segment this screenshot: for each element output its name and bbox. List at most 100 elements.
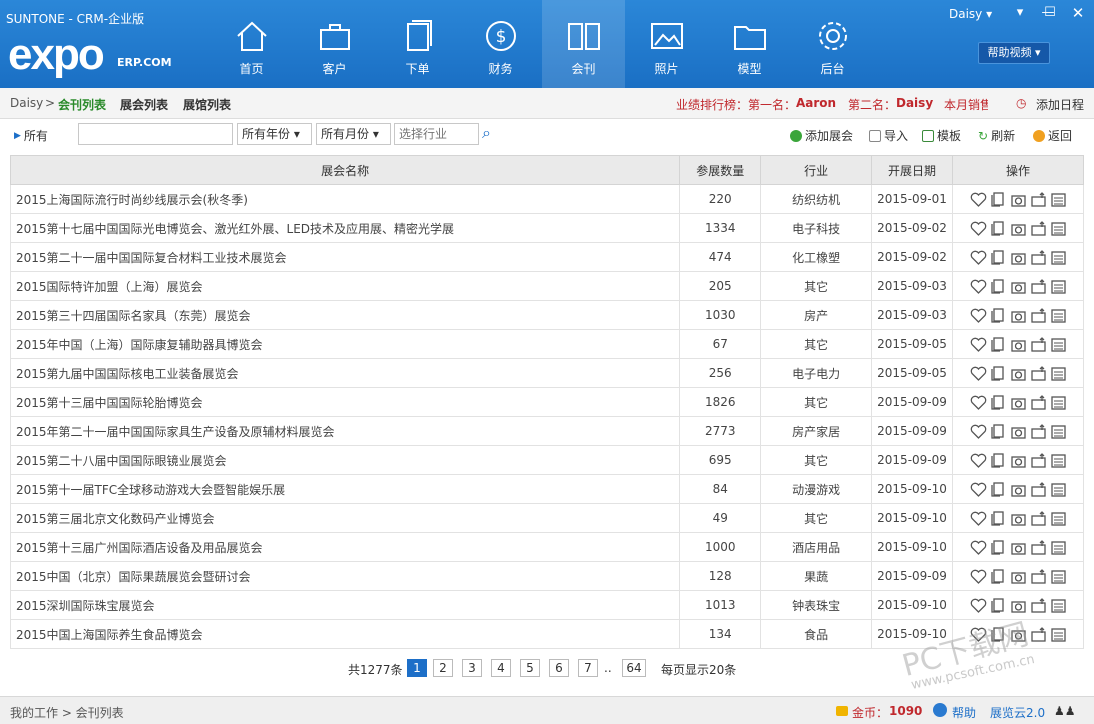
upload-image-icon[interactable] xyxy=(1030,626,1047,643)
cell-name[interactable]: 2015第三十四届国际名家具（东莞）展览会 xyxy=(9,300,681,330)
list-icon[interactable] xyxy=(1050,220,1067,237)
help-video-button[interactable]: 帮助视频 ▾ xyxy=(978,42,1050,64)
industry-input[interactable] xyxy=(394,123,479,145)
minimize-icon[interactable]: ▾ xyxy=(1010,4,1030,22)
cell-name[interactable]: 2015年第二十一届中国国际家具生产设备及原辅材料展览会 xyxy=(9,416,681,446)
copy-icon[interactable] xyxy=(990,220,1007,237)
favorite-icon[interactable] xyxy=(970,220,987,237)
list-icon[interactable] xyxy=(1050,626,1067,643)
cell-name[interactable]: 2015第二十一届中国国际复合材料工业技术展览会 xyxy=(9,242,681,272)
cell-name[interactable]: 2015国际特许加盟（上海）展览会 xyxy=(9,271,681,301)
camera-icon[interactable] xyxy=(1010,394,1027,411)
import-button[interactable]: 导入 xyxy=(869,127,908,144)
copy-icon[interactable] xyxy=(990,191,1007,208)
month-select[interactable]: 所有月份 ▾ xyxy=(316,123,391,145)
upload-image-icon[interactable] xyxy=(1030,307,1047,324)
favorite-icon[interactable] xyxy=(970,191,987,208)
camera-icon[interactable] xyxy=(1010,278,1027,295)
table-row[interactable]: 2015第九届中国国际核电工业装备展览会 256 电子电力 2015-09-05 xyxy=(9,358,1084,388)
table-row[interactable]: 2015第十三届中国国际轮胎博览会 1826 其它 2015-09-09 xyxy=(9,387,1084,417)
page-64[interactable]: 64 xyxy=(622,659,646,677)
camera-icon[interactable] xyxy=(1010,249,1027,266)
table-row[interactable]: 2015第十三届广州国际酒店设备及用品展览会 1000 酒店用品 2015-09-10 xyxy=(9,532,1084,562)
breadcrumb-current[interactable]: 会刊列表 xyxy=(58,96,106,113)
copy-icon[interactable] xyxy=(990,510,1007,527)
upload-image-icon[interactable] xyxy=(1030,220,1047,237)
list-icon[interactable] xyxy=(1050,365,1067,382)
upload-image-icon[interactable] xyxy=(1030,539,1047,556)
favorite-icon[interactable] xyxy=(970,365,987,382)
page-3[interactable]: 3 xyxy=(462,659,482,677)
nav-item-home[interactable]: 首页 xyxy=(210,0,293,88)
copy-icon[interactable] xyxy=(990,481,1007,498)
page-5[interactable]: 5 xyxy=(520,659,540,677)
table-row[interactable]: 2015深圳国际珠宝展览会 1013 钟表珠宝 2015-09-10 xyxy=(9,590,1084,620)
page-1[interactable]: 1 xyxy=(407,659,427,677)
favorite-icon[interactable] xyxy=(970,597,987,614)
nav-item-folder[interactable]: 模型 xyxy=(708,0,791,88)
cell-name[interactable]: 2015年中国（上海）国际康复辅助器具博览会 xyxy=(9,329,681,359)
list-icon[interactable] xyxy=(1050,481,1067,498)
search-input[interactable] xyxy=(78,123,233,145)
nav-item-document[interactable]: 下单 xyxy=(376,0,459,88)
user-menu[interactable]: Daisy ▾ xyxy=(949,7,992,21)
copy-icon[interactable] xyxy=(990,568,1007,585)
cell-name[interactable]: 2015第二十八届中国国际眼镜业展览会 xyxy=(9,445,681,475)
copy-icon[interactable] xyxy=(990,452,1007,469)
favorite-icon[interactable] xyxy=(970,481,987,498)
camera-icon[interactable] xyxy=(1010,539,1027,556)
cell-name[interactable]: 2015第十三届中国国际轮胎博览会 xyxy=(9,387,681,417)
favorite-icon[interactable] xyxy=(970,336,987,353)
list-icon[interactable] xyxy=(1050,452,1067,469)
list-icon[interactable] xyxy=(1050,191,1067,208)
camera-icon[interactable] xyxy=(1010,307,1027,324)
upload-image-icon[interactable] xyxy=(1030,481,1047,498)
list-icon[interactable] xyxy=(1050,307,1067,324)
copy-icon[interactable] xyxy=(990,365,1007,382)
table-row[interactable]: 2015国际特许加盟（上海）展览会 205 其它 2015-09-03 xyxy=(9,271,1084,301)
nav-item-book[interactable]: 会刊 xyxy=(542,0,625,88)
list-icon[interactable] xyxy=(1050,539,1067,556)
upload-image-icon[interactable] xyxy=(1030,423,1047,440)
camera-icon[interactable] xyxy=(1010,191,1027,208)
table-row[interactable]: 2015年第二十一届中国国际家具生产设备及原辅材料展览会 2773 房产家居 2015… xyxy=(9,416,1084,446)
col-industry[interactable]: 行业 xyxy=(760,155,873,185)
favorite-icon[interactable] xyxy=(970,249,987,266)
copy-icon[interactable] xyxy=(990,394,1007,411)
cell-name[interactable]: 2015第十一届TFC全球移动游戏大会暨智能娱乐展 xyxy=(9,474,681,504)
list-icon[interactable] xyxy=(1050,568,1067,585)
filter-all[interactable]: ▶ 所有 xyxy=(14,127,48,144)
cell-name[interactable]: 2015第十七届中国国际光电博览会、激光红外展、LED技术及应用展、精密光学展 xyxy=(9,213,681,243)
copy-icon[interactable] xyxy=(990,336,1007,353)
camera-icon[interactable] xyxy=(1010,452,1027,469)
list-icon[interactable] xyxy=(1050,510,1067,527)
add-schedule-button[interactable]: 添加日程 xyxy=(1036,96,1084,113)
cell-name[interactable]: 2015深圳国际珠宝展览会 xyxy=(9,590,681,620)
page-7[interactable]: 7 xyxy=(578,659,598,677)
favorite-icon[interactable] xyxy=(970,539,987,556)
refresh-button[interactable]: ↻ 刷新 xyxy=(978,127,1015,144)
favorite-icon[interactable] xyxy=(970,423,987,440)
table-row[interactable]: 2015第十一届TFC全球移动游戏大会暨智能娱乐展 84 动漫游戏 2015-09-1… xyxy=(9,474,1084,504)
upload-image-icon[interactable] xyxy=(1030,394,1047,411)
qq-icon[interactable]: ♟♟ xyxy=(1054,704,1076,718)
favorite-icon[interactable] xyxy=(970,568,987,585)
cell-name[interactable]: 2015上海国际流行时尚纱线展示会(秋冬季) xyxy=(9,184,681,214)
year-select[interactable]: 所有年份 ▾ xyxy=(237,123,312,145)
list-icon[interactable] xyxy=(1050,423,1067,440)
cell-name[interactable]: 2015第九届中国国际核电工业装备展览会 xyxy=(9,358,681,388)
page-4[interactable]: 4 xyxy=(491,659,511,677)
table-row[interactable]: 2015第二十一届中国国际复合材料工业技术展览会 474 化工橡塑 2015-09-0… xyxy=(9,242,1084,272)
camera-icon[interactable] xyxy=(1010,336,1027,353)
copy-icon[interactable] xyxy=(990,539,1007,556)
breadcrumb-root[interactable]: Daisy xyxy=(10,96,43,110)
upload-image-icon[interactable] xyxy=(1030,568,1047,585)
camera-icon[interactable] xyxy=(1010,220,1027,237)
upload-image-icon[interactable] xyxy=(1030,510,1047,527)
cloud-link[interactable]: 展览云2.0 xyxy=(990,704,1045,721)
copy-icon[interactable] xyxy=(990,278,1007,295)
nav-item-dollar[interactable]: $ 财务 xyxy=(459,0,542,88)
cell-name[interactable]: 2015第三届北京文化数码产业博览会 xyxy=(9,503,681,533)
copy-icon[interactable] xyxy=(990,307,1007,324)
cell-name[interactable]: 2015中国（北京）国际果蔬展览会暨研讨会 xyxy=(9,561,681,591)
